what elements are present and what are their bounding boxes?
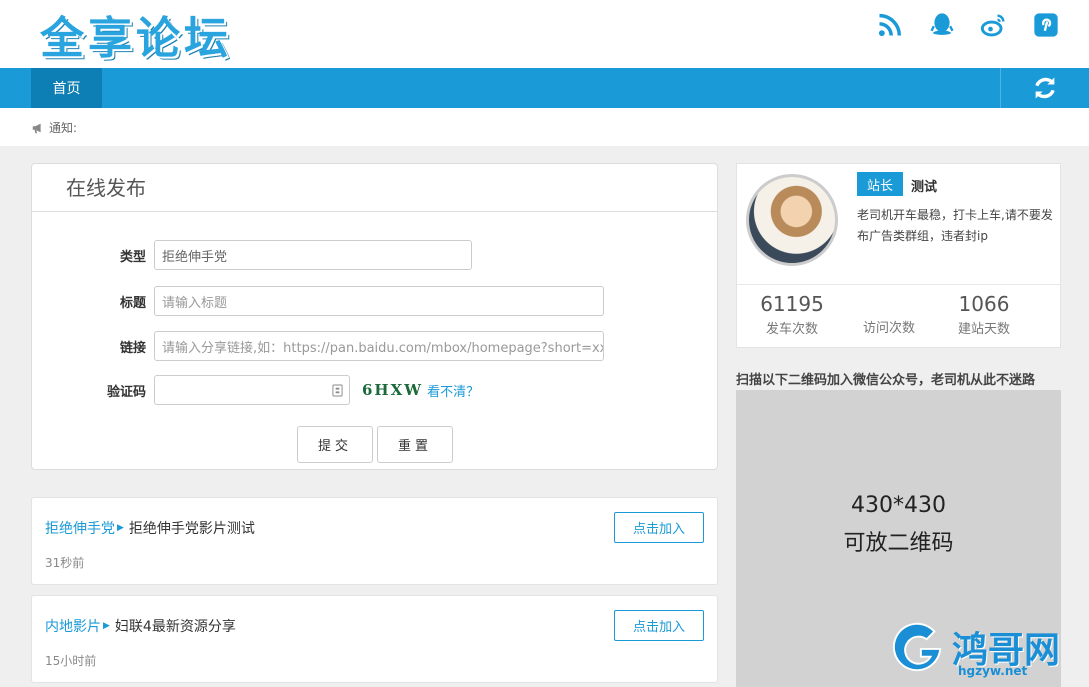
admin-profile-card: 站长 测试 老司机开车最稳，打卡上车,请不要发布广告类群组，违者封ip 6119… bbox=[736, 163, 1061, 348]
post-time: 15小时前 bbox=[45, 654, 97, 668]
nav-item-home[interactable]: 首页 bbox=[31, 68, 102, 108]
stat-value: 61195 bbox=[760, 292, 824, 316]
stat-posts: 61195 发车次数 bbox=[757, 292, 827, 337]
captcha-image[interactable]: 6HXW bbox=[362, 381, 423, 399]
refresh-button[interactable] bbox=[1000, 68, 1089, 108]
join-button[interactable]: 点击加入 bbox=[614, 610, 704, 641]
title-input[interactable]: 请输入标题 bbox=[154, 286, 604, 316]
publish-panel: 在线发布 类型 拒绝伸手党 标题 请输入标题 链接 请输入分享链接,如：http… bbox=[31, 163, 718, 470]
captcha-input[interactable] bbox=[154, 375, 350, 405]
weibo-icon[interactable] bbox=[979, 10, 1009, 40]
stat-label: 发车次数 bbox=[765, 322, 818, 337]
captcha-row: 验证码 6HXW 看不清？ bbox=[32, 375, 479, 405]
post-title-link[interactable]: 拒绝伸手党影片测试 bbox=[129, 518, 255, 538]
role-badge: 站长 bbox=[857, 172, 903, 196]
pinterest-icon[interactable] bbox=[1031, 10, 1061, 40]
swirl-logo-icon bbox=[892, 622, 942, 672]
notice-bar: 通知: bbox=[0, 108, 1089, 146]
social-icons bbox=[875, 10, 1061, 40]
divider bbox=[737, 284, 1060, 285]
watermark-url: hgzyw.net bbox=[958, 664, 1028, 678]
admin-bio: 老司机开车最稳，打卡上车,请不要发布广告类群组，违者封ip bbox=[857, 208, 1053, 243]
rss-icon[interactable] bbox=[875, 10, 905, 40]
link-row: 链接 请输入分享链接,如：https://pan.baidu.com/mbox/… bbox=[32, 331, 604, 361]
type-row: 类型 拒绝伸手党 bbox=[32, 240, 472, 270]
list-item: 内地影片 ▶ 妇联4最新资源分享 15小时前 点击加入 bbox=[31, 595, 718, 683]
watermark: 鸿哥网 hgzyw.net bbox=[888, 618, 1060, 678]
site-header: 全享论坛 bbox=[0, 0, 1089, 68]
qr-size-text: 430*430 bbox=[851, 492, 946, 518]
title-row: 标题 请输入标题 bbox=[32, 286, 604, 316]
qr-desc-text: 可放二维码 bbox=[843, 530, 954, 556]
join-button[interactable]: 点击加入 bbox=[614, 512, 704, 543]
site-logo[interactable]: 全享论坛 bbox=[40, 2, 232, 66]
keyboard-icon bbox=[332, 384, 343, 396]
main-nav: 首页 bbox=[0, 68, 1089, 108]
post-time: 31秒前 bbox=[45, 556, 85, 570]
captcha-label: 验证码 bbox=[106, 384, 146, 400]
qr-heading: 扫描以下二维码加入微信公众号，老司机从此不迷路 bbox=[736, 373, 1036, 388]
stat-label: 建站天数 bbox=[957, 322, 1010, 337]
panel-title: 在线发布 bbox=[32, 164, 717, 212]
refresh-icon bbox=[1035, 77, 1055, 99]
post-title-link[interactable]: 妇联4最新资源分享 bbox=[115, 616, 236, 636]
caret-right-icon: ▶ bbox=[117, 523, 124, 533]
link-input[interactable]: 请输入分享链接,如：https://pan.baidu.com/mbox/hom… bbox=[154, 331, 604, 361]
caret-right-icon: ▶ bbox=[103, 621, 110, 631]
megaphone-icon bbox=[32, 123, 41, 133]
admin-name[interactable]: 测试 bbox=[911, 176, 937, 195]
stat-visits: 访问次数 bbox=[854, 292, 924, 336]
list-item: 拒绝伸手党 ▶ 拒绝伸手党影片测试 31秒前 点击加入 bbox=[31, 497, 718, 585]
qq-icon[interactable] bbox=[927, 10, 957, 40]
captcha-refresh-link[interactable]: 看不清？ bbox=[427, 381, 479, 400]
avatar[interactable] bbox=[746, 174, 838, 266]
submit-button[interactable]: 提交 bbox=[297, 426, 373, 463]
stat-value bbox=[854, 292, 924, 315]
type-label: 类型 bbox=[119, 249, 146, 265]
title-label: 标题 bbox=[119, 295, 146, 311]
link-label: 链接 bbox=[119, 340, 146, 356]
type-select[interactable]: 拒绝伸手党 bbox=[154, 240, 472, 270]
post-category-link[interactable]: 内地影片 bbox=[45, 616, 101, 636]
stat-label: 访问次数 bbox=[862, 321, 915, 336]
notice-label: 通知: bbox=[49, 121, 78, 135]
stat-value: 1066 bbox=[958, 292, 1010, 316]
reset-button[interactable]: 重置 bbox=[377, 426, 453, 463]
stat-days: 1066 建站天数 bbox=[949, 292, 1019, 337]
post-category-link[interactable]: 拒绝伸手党 bbox=[45, 518, 115, 538]
